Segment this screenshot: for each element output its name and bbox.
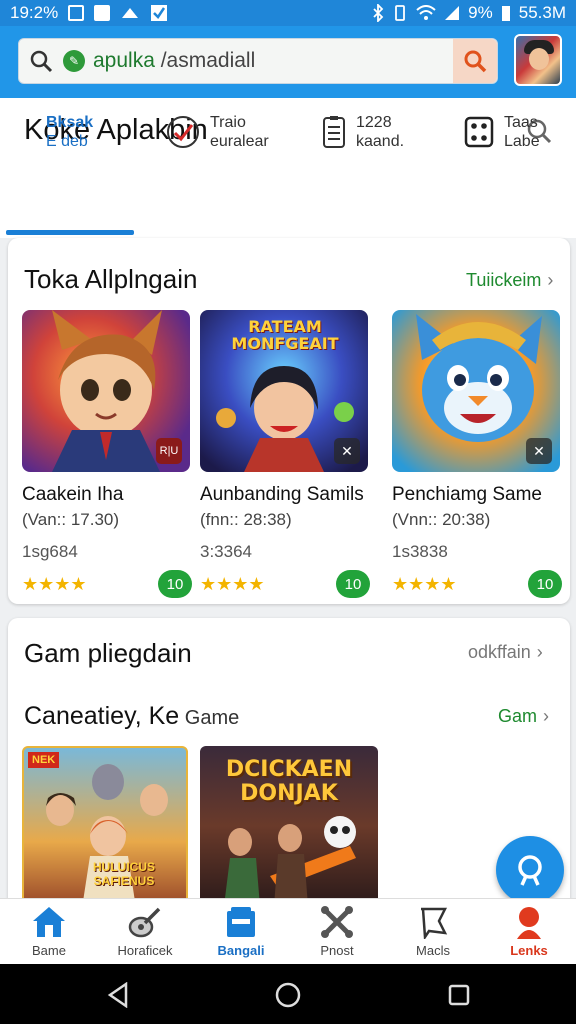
game-version: (Van:: 17.30) bbox=[22, 510, 120, 529]
system-navigation-bar bbox=[0, 964, 576, 1024]
subsection-see-more-link[interactable]: Gam › bbox=[498, 706, 549, 727]
signal-icon bbox=[445, 6, 460, 20]
tab-bksak[interactable]: Bksak E deb bbox=[46, 98, 93, 166]
game-name: Caakein Iha bbox=[22, 484, 124, 505]
search-icon bbox=[19, 49, 63, 73]
search-icon bbox=[518, 855, 542, 886]
leaf-icon: ✎ bbox=[63, 50, 85, 72]
search-bar[interactable]: ✎ apulka /asmadiall bbox=[18, 38, 498, 84]
section-see-more-link[interactable]: Tuiickeim › bbox=[466, 270, 553, 291]
section-title: Gam pliegdain bbox=[24, 638, 192, 668]
notification-icon bbox=[68, 5, 85, 21]
check-icon bbox=[151, 5, 168, 21]
game-thumbnail[interactable]: DCICKAEN DONJAK bbox=[200, 746, 378, 906]
game-count: 1s3838 bbox=[392, 542, 448, 561]
search-icon bbox=[464, 50, 487, 73]
rating-badge: 10 bbox=[528, 570, 562, 598]
game-version: (Vnn:: 20:38) bbox=[392, 510, 491, 529]
game-overlay-tag: ✕ bbox=[334, 438, 360, 464]
game-overlay-tag: ✕ bbox=[526, 438, 552, 464]
check-circle-icon bbox=[167, 116, 199, 148]
recents-icon[interactable] bbox=[448, 984, 470, 1006]
game-count: 3:3364 bbox=[200, 542, 252, 561]
tab-traio[interactable]: Traio euralear bbox=[166, 98, 269, 166]
rating-stars: ★★★★ bbox=[200, 573, 265, 594]
home-circle-icon[interactable] bbox=[275, 982, 301, 1008]
game-card[interactable]: ✕ Penchiamg Same (Vnn:: 20:38) 1s3838 ★★… bbox=[392, 310, 562, 598]
bluetooth-icon bbox=[373, 4, 384, 22]
game-overlay-tag: R|U bbox=[156, 438, 182, 464]
rating-badge: 10 bbox=[158, 570, 192, 598]
status-time: 19:2% bbox=[10, 3, 59, 22]
search-fab-button[interactable] bbox=[496, 836, 564, 904]
rating-stars: ★★★★ bbox=[392, 573, 457, 594]
nav-item-bangali[interactable]: Bangali bbox=[193, 905, 289, 963]
game-card[interactable]: RATEAM MONFGEAIT ✕ Aunbanding Samils (fn… bbox=[200, 310, 370, 598]
nav-item-horaficek[interactable]: Horaficek bbox=[97, 905, 193, 963]
search-submit-button[interactable] bbox=[453, 39, 497, 83]
active-tab-indicator bbox=[6, 230, 134, 235]
subsection-title: Caneatiey, Ke Game bbox=[24, 702, 240, 730]
flag-icon bbox=[421, 907, 448, 939]
bottom-navigation: Bame Horaficek Bangali Pnost Macls Lenks bbox=[0, 898, 576, 964]
top-app-bar: ✎ apulka /asmadiall bbox=[0, 26, 576, 98]
document-icon bbox=[323, 116, 345, 148]
game-version: (fnn:: 28:38) bbox=[200, 510, 292, 529]
game-count: 1sg684 bbox=[22, 542, 78, 561]
game-name: Penchiamg Same bbox=[392, 484, 542, 505]
chevron-right-icon: › bbox=[543, 706, 550, 726]
nav-item-bame[interactable]: Bame bbox=[1, 905, 97, 963]
section-top-apps: Toka Allplngain Tuiickeim › R|U Caakein … bbox=[8, 238, 570, 604]
home-icon bbox=[33, 907, 65, 937]
game-thumbnail: RATEAM MONFGEAIT ✕ bbox=[200, 310, 368, 472]
section-games: Gam pliegdain odkffain › Caneatiey, Ke G… bbox=[8, 618, 570, 908]
back-icon[interactable] bbox=[106, 982, 130, 1008]
game-thumbnail: ✕ bbox=[392, 310, 560, 472]
status-bar: 19:2% 9% 55.3M bbox=[0, 0, 576, 26]
guitar-icon bbox=[128, 907, 161, 938]
battery-percent: 9% bbox=[468, 3, 493, 22]
chevron-right-icon: › bbox=[536, 642, 543, 662]
wifi-icon bbox=[416, 5, 436, 20]
rating-badge: 10 bbox=[336, 570, 370, 598]
game-art-title: HULUICUS SAFIENUS bbox=[93, 860, 155, 888]
chevron-right-icon: › bbox=[547, 270, 554, 290]
avatar[interactable] bbox=[514, 34, 562, 86]
game-thumbnail: R|U bbox=[22, 310, 190, 472]
section-see-more-link[interactable]: odkffain › bbox=[468, 642, 543, 663]
dice-icon bbox=[464, 116, 494, 148]
game-card[interactable]: R|U Caakein Iha (Van:: 17.30) 1sg684 ★★★… bbox=[22, 310, 192, 598]
nav-item-lenks[interactable]: Lenks bbox=[481, 905, 576, 963]
tab-taas[interactable]: Taas Labe bbox=[464, 98, 540, 166]
status-data: 55.3M bbox=[518, 3, 566, 22]
cloud-icon bbox=[122, 8, 139, 18]
nav-item-macls[interactable]: Macls bbox=[385, 905, 481, 963]
search-input[interactable]: apulka /asmadiall bbox=[93, 49, 453, 73]
notification-icon bbox=[94, 5, 111, 21]
store-icon bbox=[227, 907, 255, 937]
page-header: Koke Aplakbin Bksak E deb Traio euralear 1… bbox=[0, 98, 576, 238]
tab-1228[interactable]: 1228 kaand. bbox=[322, 98, 404, 166]
game-name: Aunbanding Samils bbox=[200, 484, 364, 505]
battery-icon bbox=[501, 6, 510, 21]
nav-item-pnost[interactable]: Pnost bbox=[289, 905, 385, 963]
person-icon bbox=[517, 907, 541, 939]
game-thumbnail[interactable]: NEK HULUICUS SAFIENUS bbox=[22, 746, 188, 906]
section-title: Toka Allplngain bbox=[24, 264, 198, 294]
cross-tools-icon bbox=[321, 906, 353, 938]
rating-stars: ★★★★ bbox=[22, 573, 87, 594]
vibrate-icon bbox=[395, 5, 406, 21]
